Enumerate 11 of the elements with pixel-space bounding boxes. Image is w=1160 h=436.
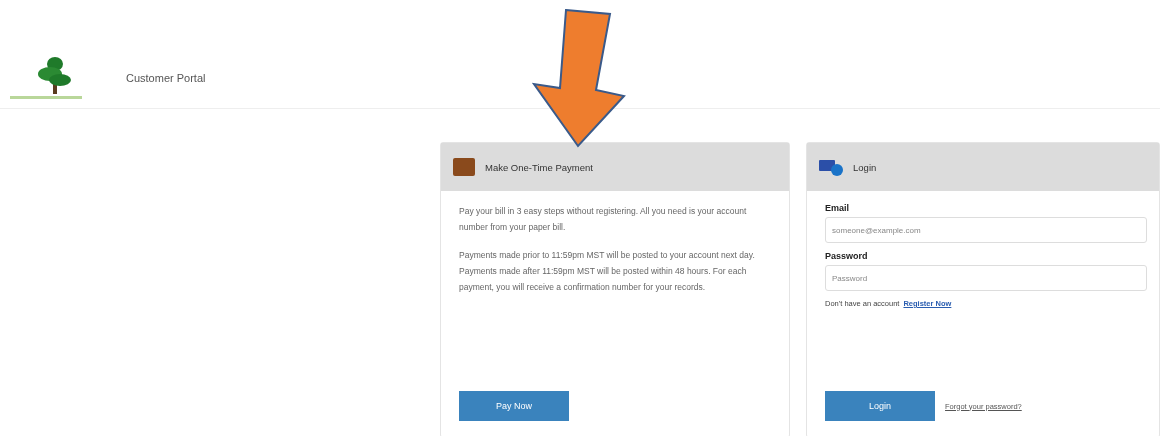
pay-now-button[interactable]: Pay Now	[459, 391, 569, 421]
card-title: Make One-Time Payment	[485, 161, 593, 173]
portal-title: Customer Portal	[126, 72, 206, 84]
login-button[interactable]: Login	[825, 391, 936, 421]
field-label: Password	[825, 251, 869, 261]
card-title: Login	[853, 161, 877, 173]
field-label: Email	[825, 203, 851, 213]
input-field[interactable]: someone@example.com	[825, 217, 1147, 243]
paragraph: Payments made prior to 11:59pm MST will be posted to your account next day. Payments made after 11:59pm MST will be posted within 48 hours. For each payment, you will receive a confirmation number for your records.	[459, 249, 756, 294]
paragraph: Pay your bill in 3 easy steps without registering. All you need is your account number from your paper bill.	[459, 205, 748, 234]
input-field[interactable]: Password	[825, 265, 1147, 291]
